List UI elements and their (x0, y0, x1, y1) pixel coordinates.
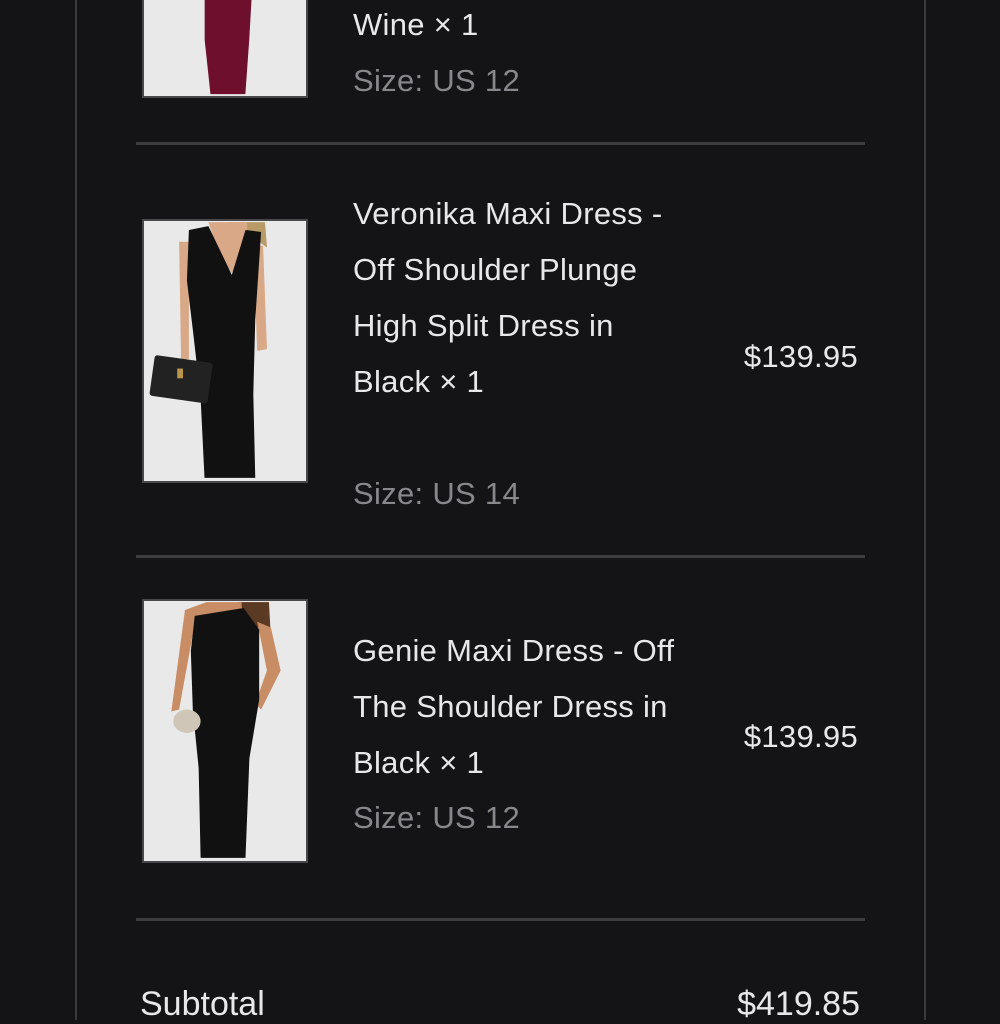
subtotal-value: $419.85 (737, 985, 860, 1023)
product-image-genie-dress (142, 599, 308, 863)
product-image-veronika-dress (142, 219, 308, 483)
dress-photo-icon (144, 0, 306, 96)
item-size: Size: US 14 (353, 476, 520, 511)
product-image-wine-dress (142, 0, 308, 98)
dress-photo-icon (144, 222, 306, 480)
item-name: Genie Maxi Dress - Off The Shoulder Dres… (353, 633, 675, 780)
divider (136, 555, 865, 558)
dress-photo-icon (144, 602, 306, 860)
item-name: Wine × 1 (353, 7, 479, 42)
divider (136, 918, 865, 921)
item-name: Veronika Maxi Dress - Off Shoulder Plung… (353, 196, 663, 399)
item-price: $139.95 (743, 339, 858, 374)
item-size: Size: US 12 (353, 63, 520, 98)
item-size: Size: US 12 (353, 800, 520, 835)
item-price: $139.95 (743, 719, 858, 754)
subtotal-label: Subtotal (140, 985, 265, 1023)
divider (136, 142, 865, 145)
